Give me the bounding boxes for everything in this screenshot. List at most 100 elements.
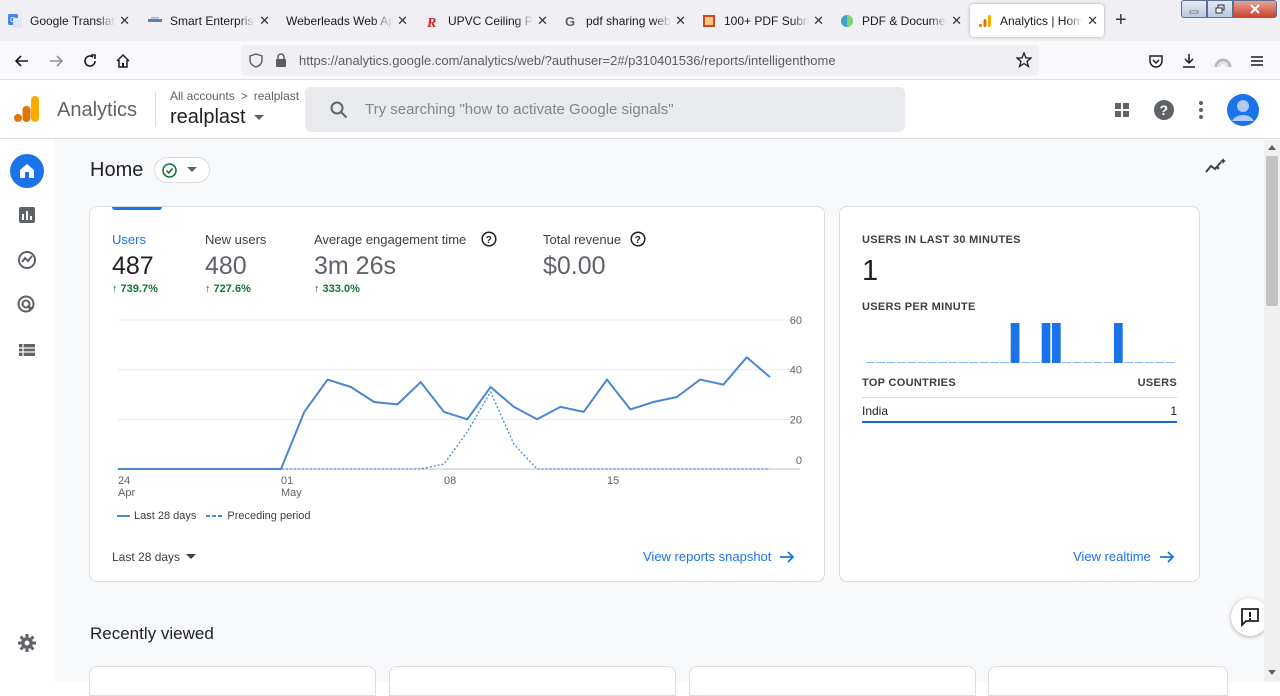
help-icon[interactable]: ?: [1153, 99, 1175, 121]
close-tab-icon[interactable]: ✕: [813, 13, 824, 29]
tab-pdf-document[interactable]: PDF & Document ✕: [832, 4, 968, 37]
nav-configure[interactable]: [12, 335, 42, 365]
y-tick-label: 20: [790, 414, 802, 426]
data-status-chip[interactable]: [154, 157, 210, 183]
scroll-up-arrow-icon[interactable]: [1268, 144, 1276, 150]
per-minute-bar: [938, 362, 947, 363]
help-outline-icon[interactable]: ?: [630, 231, 646, 247]
series-line-current: [118, 356, 771, 470]
nav-advertising[interactable]: [12, 290, 42, 320]
reload-button[interactable]: [78, 49, 102, 73]
tab-weberleads[interactable]: Weberleads Web App ✕: [278, 4, 414, 37]
tab-title: Smart Enterprise: [170, 13, 256, 28]
svg-text:?: ?: [635, 235, 641, 246]
tab-smart-enterprise[interactable]: Smart Enterprise ✕: [140, 4, 276, 37]
svg-text:?: ?: [1160, 102, 1169, 118]
avatar[interactable]: [1227, 94, 1259, 126]
pocket-button[interactable]: [1144, 49, 1168, 73]
scrollbar-thumb[interactable]: [1266, 156, 1278, 306]
close-tab-icon[interactable]: ✕: [675, 13, 686, 29]
scroll-down-arrow-icon[interactable]: [1268, 670, 1276, 676]
tab-title: Google Translate: [30, 13, 116, 28]
close-tab-icon[interactable]: ✕: [259, 13, 270, 29]
feedback-icon: [1241, 608, 1259, 627]
date-range-selector[interactable]: Last 28 days: [112, 550, 197, 564]
apps-grid-icon[interactable]: [1114, 102, 1130, 118]
close-tab-icon[interactable]: ✕: [397, 13, 408, 29]
recent-card[interactable]: [89, 666, 376, 696]
explore-icon: [18, 251, 36, 269]
document-site-icon: [841, 14, 853, 27]
window-close-button[interactable]: [1233, 0, 1277, 18]
per-minute-bar: [886, 362, 896, 363]
link-label: View reports snapshot: [643, 549, 772, 564]
new-tab-button[interactable]: +: [1115, 9, 1127, 32]
view-reports-snapshot-link[interactable]: View reports snapshot: [643, 549, 795, 564]
recent-card[interactable]: [988, 666, 1228, 696]
hamburger-menu-icon: [1251, 56, 1263, 66]
nav-admin[interactable]: [12, 628, 42, 658]
address-bar[interactable]: https://analytics.google.com/analytics/w…: [241, 45, 1039, 76]
link-label: View realtime: [1073, 549, 1151, 564]
overview-card: Users 487 ↑ 739.7% New users 480 ↑ 727.6…: [89, 206, 825, 582]
svg-text:R: R: [426, 16, 436, 28]
profile-icon: [1214, 58, 1232, 68]
account-button[interactable]: [1211, 49, 1235, 73]
home-button[interactable]: [111, 49, 135, 73]
forward-button[interactable]: [44, 49, 68, 73]
nav-explore[interactable]: [12, 245, 42, 275]
tab-google-translate[interactable]: G Google Translate ✕: [0, 4, 136, 37]
legend-previous: Preceding period: [227, 510, 311, 522]
recent-card[interactable]: [689, 666, 976, 696]
recent-card[interactable]: [389, 666, 676, 696]
tab-upvc-ceiling[interactable]: R UPVC Ceiling Panel ✕: [418, 4, 554, 37]
per-minute-bar: [1134, 362, 1144, 363]
per-minute-bar: [1124, 362, 1133, 363]
tab-title: UPVC Ceiling Panel: [448, 13, 533, 28]
breadcrumb-account: realplast: [253, 89, 300, 103]
realtime-card: USERS IN LAST 30 MINUTES 1 USERS PER MIN…: [839, 206, 1200, 582]
per-minute-bar: [1165, 362, 1175, 363]
per-minute-bar: [917, 362, 927, 363]
back-button[interactable]: [10, 49, 34, 73]
x-tick-label: 08: [444, 475, 456, 487]
per-minute-bar: [990, 362, 999, 363]
analytics-logo-icon[interactable]: [14, 96, 40, 122]
per-minute-bar: [928, 362, 937, 363]
users-column-label: USERS: [1137, 377, 1177, 389]
browser-nav-bar: https://analytics.google.com/analytics/w…: [0, 41, 1280, 80]
insights-icon[interactable]: [1205, 157, 1227, 175]
page-title: Home: [90, 159, 144, 181]
more-options-icon[interactable]: [1197, 100, 1205, 120]
close-tab-icon[interactable]: ✕: [951, 13, 962, 29]
downloads-button[interactable]: [1177, 49, 1201, 73]
realtime-value: 1: [862, 255, 879, 287]
recently-viewed-heading: Recently viewed: [90, 624, 214, 643]
nav-home[interactable]: [10, 154, 44, 188]
search-icon: [330, 101, 348, 119]
tab-pdf-sharing[interactable]: G pdf sharing websites ✕: [556, 4, 692, 37]
reload-icon: [84, 54, 96, 67]
metric-change: ↑ 333.0%: [314, 283, 360, 295]
per-minute-bar: [1093, 362, 1102, 363]
per-minute-bar: [897, 362, 906, 363]
view-realtime-link[interactable]: View realtime: [1073, 549, 1175, 564]
tab-pdf-submission[interactable]: 100+ PDF Submission ✕: [694, 4, 830, 37]
nav-reports[interactable]: [12, 200, 42, 230]
close-tab-icon[interactable]: ✕: [119, 13, 130, 29]
restore-button[interactable]: [1207, 0, 1233, 18]
help-outline-icon[interactable]: ?: [481, 231, 497, 247]
search-bar[interactable]: Try searching "how to activate Google si…: [305, 87, 905, 132]
property-selector[interactable]: realplast: [170, 106, 265, 129]
app-menu-button[interactable]: [1245, 49, 1269, 73]
vertical-scrollbar[interactable]: [1264, 140, 1280, 682]
minimize-button[interactable]: [1181, 0, 1207, 18]
tab-analytics-home[interactable]: Analytics | Home ✕: [970, 4, 1104, 37]
close-tab-icon[interactable]: ✕: [1087, 13, 1098, 29]
per-minute-bar: [1021, 362, 1030, 363]
country-row[interactable]: India 1: [862, 398, 1177, 424]
legend-solid-line-icon: [117, 515, 130, 517]
close-tab-icon[interactable]: ✕: [537, 13, 548, 29]
bookmark-star-icon[interactable]: [1016, 52, 1032, 68]
breadcrumb[interactable]: All accounts > realplast: [170, 89, 299, 103]
